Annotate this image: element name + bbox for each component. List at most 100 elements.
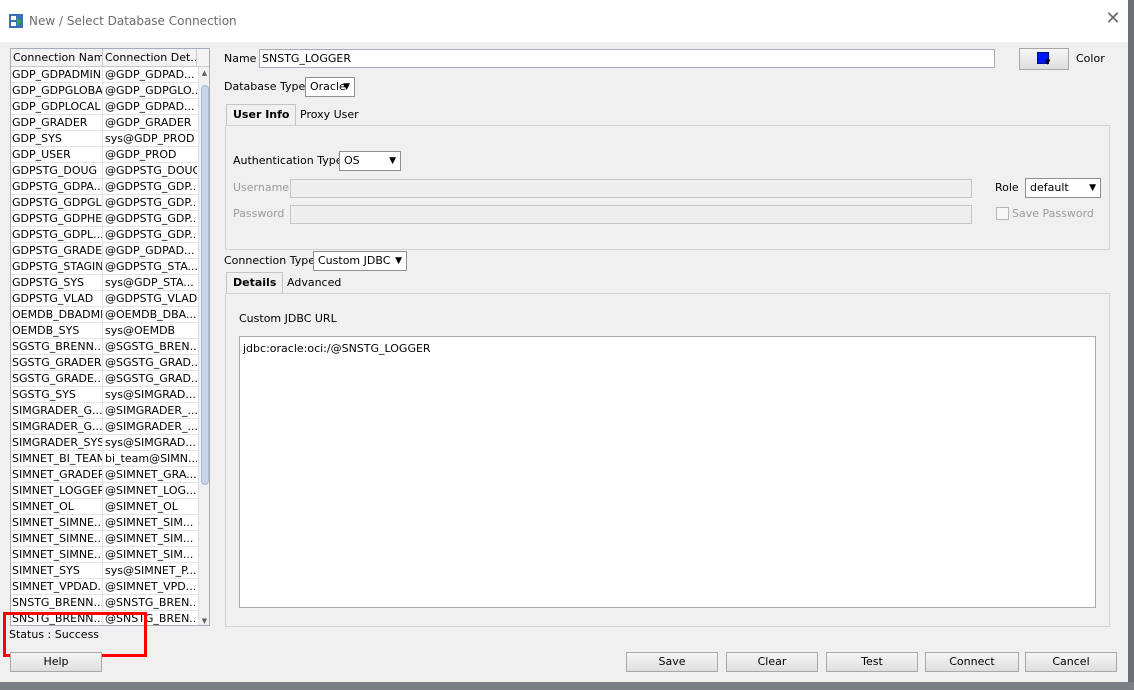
table-row[interactable]: GDPSTG_VLAD @GDPSTG_VLAD: [11, 291, 198, 307]
connection-details-cell: @GDPSTG_VLAD: [105, 292, 197, 305]
table-row[interactable]: GDPSTG_GDPGL... @GDPSTG_GDP...: [11, 195, 198, 211]
connection-details-cell: sys@GDP_PROD: [105, 132, 195, 145]
save-button[interactable]: Save: [626, 652, 718, 672]
connection-details-cell: @GDP_GDPAD...: [105, 100, 195, 113]
table-row[interactable]: OEMDB_DBADMIN @OEMDB_DBA...: [11, 307, 198, 323]
connection-details-cell: @GDPSTG_STA...: [105, 260, 197, 273]
authentication-type-label: Authentication Type: [233, 154, 343, 167]
table-row[interactable]: GDP_GDPLOCAL @GDP_GDPAD...: [11, 99, 198, 115]
database-type-select[interactable]: Oracle ▼: [305, 77, 355, 97]
authentication-type-select[interactable]: OS ▼: [339, 151, 401, 171]
table-row[interactable]: SIMNET_OL @SIMNET_OL: [11, 499, 198, 515]
connection-name-cell: SIMNET_VPDAD...: [12, 579, 103, 595]
connection-table-scrollbar[interactable]: ▲ ▼: [198, 67, 209, 625]
table-row[interactable]: SIMNET_LOGGER @SIMNET_LOG...: [11, 483, 198, 499]
test-button[interactable]: Test: [826, 652, 918, 672]
connection-name-cell: SIMGRADER_SYS: [12, 435, 103, 451]
table-row[interactable]: SIMNET_GRADER @SIMNET_GRA...: [11, 467, 198, 483]
table-row[interactable]: GDPSTG_GDPA... @GDPSTG_GDP...: [11, 179, 198, 195]
table-row[interactable]: SIMNET_BI_TEAM bi_team@SIMN...: [11, 451, 198, 467]
table-row[interactable]: GDP_GRADER @GDP_GRADER: [11, 115, 198, 131]
connection-name-cell: GDP_USER: [11, 147, 103, 163]
clear-button[interactable]: Clear: [726, 652, 818, 672]
connection-name-cell: GDPSTG_VLAD: [11, 291, 103, 307]
cancel-button[interactable]: Cancel: [1025, 652, 1117, 672]
custom-jdbc-url-input[interactable]: jdbc:oracle:oci:/@SNSTG_LOGGER: [239, 336, 1096, 608]
highlight-box: [3, 612, 147, 657]
connection-name-cell: SGSTG_GRADE...: [12, 371, 103, 387]
connection-details-cell: @SNSTG_BREN...: [105, 596, 197, 609]
connection-details-cell: @GDP_GDPGLO...: [105, 84, 197, 97]
table-row[interactable]: SGSTG_SYS sys@SIMGRAD...: [11, 387, 198, 403]
table-row[interactable]: GDP_SYS sys@GDP_PROD: [11, 131, 198, 147]
username-input[interactable]: [290, 179, 972, 198]
color-button[interactable]: ▼: [1019, 48, 1069, 70]
table-row[interactable]: GDPSTG_GDPHELP@GDPSTG_GDP...: [11, 211, 198, 227]
connection-name-cell: SIMNET_SIMNE...: [12, 531, 103, 547]
table-row[interactable]: GDPSTG_SYS sys@GDP_STA...: [11, 275, 198, 291]
table-row[interactable]: GDPSTG_DOUG @GDPSTG_DOUG: [11, 163, 198, 179]
database-connection-icon: [9, 14, 23, 28]
chevron-down-icon: ▼: [389, 156, 396, 166]
connection-name-cell: GDP_SYS: [11, 131, 103, 147]
table-row[interactable]: GDP_GDPADMIN @GDP_GDPAD...: [11, 67, 198, 83]
password-input[interactable]: [290, 205, 972, 224]
connection-details-cell: @GDP_GDPAD...: [105, 68, 195, 81]
connection-name-cell: GDP_GDPGLOBAL: [12, 83, 103, 99]
table-row[interactable]: SIMNET_SYS sys@SIMNET_P...: [11, 563, 198, 579]
table-row[interactable]: SIMNET_VPDAD... @SIMNET_VPD...: [11, 579, 198, 595]
table-row[interactable]: SIMNET_SIMNE... @SIMNET_SIM...: [11, 515, 198, 531]
table-row[interactable]: SIMNET_SIMNE... @SIMNET_SIM...: [11, 531, 198, 547]
table-row[interactable]: OEMDB_SYS sys@OEMDB: [11, 323, 198, 339]
table-row[interactable]: SGSTG_GRADER @SGSTG_GRAD...: [11, 355, 198, 371]
connection-name-cell: SIMNET_GRADER: [12, 467, 103, 483]
database-type-value: Oracle: [310, 80, 346, 93]
table-row[interactable]: GDPSTG_GRADER @GDP_GDPAD...: [11, 243, 198, 259]
connection-details-cell: @GDPSTG_GDP...: [105, 212, 197, 225]
scroll-down-icon[interactable]: ▼: [199, 615, 209, 625]
connect-button[interactable]: Connect: [925, 652, 1019, 672]
connection-name-cell: SIMNET_SIMNE...: [12, 547, 103, 563]
table-row[interactable]: SGSTG_GRADE... @SGSTG_GRAD...: [11, 371, 198, 387]
connection-details-cell: @GDP_GRADER: [105, 116, 192, 129]
save-password-checkbox[interactable]: [996, 207, 1009, 220]
column-header-connection-details[interactable]: Connection Det...: [103, 49, 197, 67]
connection-type-select[interactable]: Custom JDBC ▼: [313, 251, 407, 271]
close-icon[interactable]: ✕: [1102, 8, 1124, 30]
connection-name-cell: GDPSTG_GDPA...: [12, 179, 103, 195]
role-select[interactable]: default ▼: [1025, 178, 1101, 198]
tab-details[interactable]: Details: [226, 272, 284, 294]
tab-user-info[interactable]: User Info: [226, 104, 297, 126]
column-header-connection-name[interactable]: Connection Name: [11, 49, 103, 67]
help-button[interactable]: Help: [10, 652, 102, 672]
connection-details-cell: @GDPSTG_GDP...: [105, 180, 197, 193]
name-input[interactable]: SNSTG_LOGGER: [259, 49, 995, 68]
title-bar: New / Select Database Connection ✕: [0, 0, 1134, 42]
connection-name-cell: SIMNET_SIMNE...: [12, 515, 103, 531]
table-row[interactable]: SNSTG_BRENN... @SNSTG_BREN...: [11, 595, 198, 611]
table-row[interactable]: SIMGRADER_G... @SIMGRADER_...: [11, 403, 198, 419]
connection-table[interactable]: Connection Name Connection Det... GDP_GD…: [10, 48, 210, 626]
table-row[interactable]: SIMGRADER_G... @SIMGRADER_...: [11, 419, 198, 435]
scroll-thumb[interactable]: [201, 85, 209, 485]
scroll-up-icon[interactable]: ▲: [199, 67, 209, 79]
table-row[interactable]: SIMGRADER_SYS sys@SIMGRAD...: [11, 435, 198, 451]
table-row[interactable]: GDP_GDPGLOBAL @GDP_GDPGLO...: [11, 83, 198, 99]
connection-name-cell: GDP_GDPLOCAL: [11, 99, 103, 115]
connection-name-cell: GDPSTG_STAGING: [12, 259, 103, 275]
table-row[interactable]: SIMNET_SIMNE... @SIMNET_SIM...: [11, 547, 198, 563]
tab-advanced[interactable]: Advanced: [281, 273, 347, 295]
connection-name-cell: SNSTG_BRENN...: [12, 595, 103, 611]
connection-details-cell: @SIMNET_GRA...: [105, 468, 197, 481]
connection-details-cell: @SGSTG_BREN...: [105, 340, 197, 353]
table-row[interactable]: SGSTG_BRENN... @SGSTG_BREN...: [11, 339, 198, 355]
name-label: Name: [224, 52, 257, 65]
connection-name-cell: SIMNET_BI_TEAM: [12, 451, 103, 467]
table-row[interactable]: GDPSTG_GDPL... @GDPSTG_GDP...: [11, 227, 198, 243]
connection-details-cell: sys@SIMGRAD...: [105, 436, 196, 449]
connection-details-cell: @SGSTG_GRAD...: [105, 372, 197, 385]
chevron-down-icon: ▼: [395, 256, 402, 266]
table-row[interactable]: GDP_USER @GDP_PROD: [11, 147, 198, 163]
table-row[interactable]: GDPSTG_STAGING @GDPSTG_STA...: [11, 259, 198, 275]
tab-proxy-user[interactable]: Proxy User: [294, 105, 365, 127]
